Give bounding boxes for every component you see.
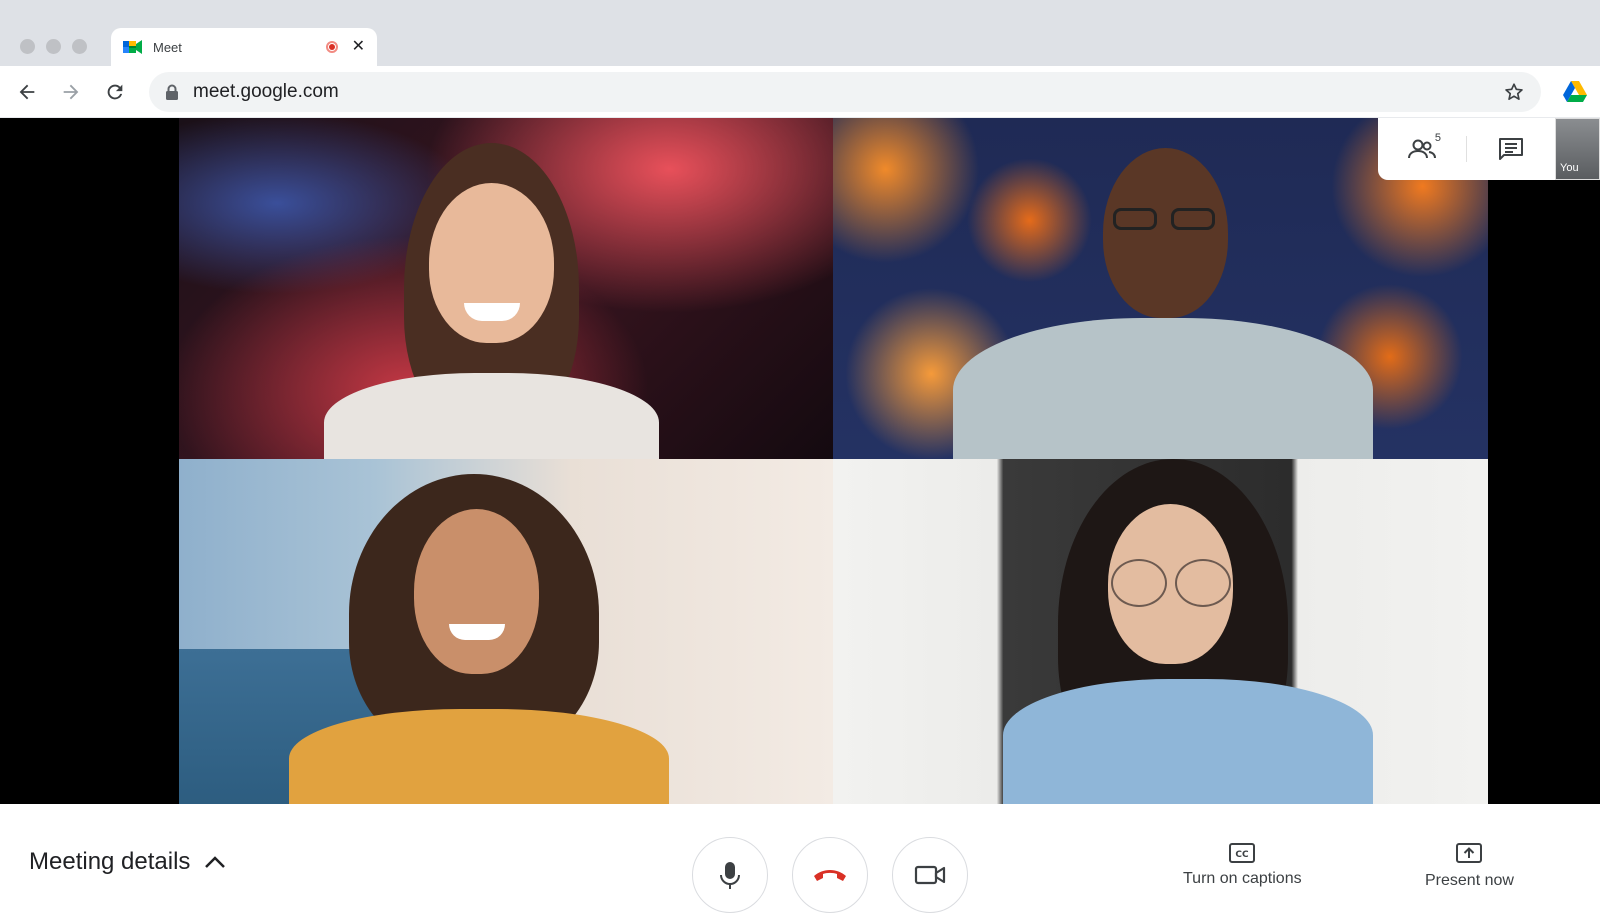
- end-call-button[interactable]: [792, 837, 868, 913]
- present-label: Present now: [1425, 872, 1514, 889]
- mic-icon: [720, 862, 740, 889]
- window-minimize-dot[interactable]: [46, 39, 61, 54]
- camera-icon: [914, 865, 946, 885]
- participants-button[interactable]: 5: [1402, 129, 1442, 169]
- participants-chat-panel: 5: [1378, 118, 1555, 180]
- meet-logo-icon: [123, 40, 142, 54]
- participant-tile-3[interactable]: [179, 459, 833, 804]
- recording-indicator-icon: [325, 41, 338, 53]
- captions-button[interactable]: CC Turn on captions: [1183, 842, 1302, 888]
- forward-icon: [63, 84, 79, 100]
- captions-label: Turn on captions: [1183, 870, 1302, 887]
- participant-tile-1[interactable]: [179, 118, 833, 459]
- forward-button[interactable]: [57, 78, 85, 106]
- present-icon: [1456, 843, 1483, 863]
- tab-close-icon[interactable]: ✕: [352, 39, 365, 55]
- svg-text:CC: CC: [1236, 850, 1250, 860]
- window-close-dot[interactable]: [20, 39, 35, 54]
- participant-video: [309, 138, 669, 459]
- self-view-label: You: [1560, 162, 1579, 174]
- participant-video: [953, 138, 1373, 459]
- participants-count: 5: [1434, 132, 1441, 144]
- meeting-details-label: Meeting details: [29, 848, 191, 875]
- panel-divider: [1466, 136, 1467, 162]
- star-icon[interactable]: [1503, 81, 1525, 103]
- reload-icon: [107, 84, 123, 100]
- end-call-icon: [814, 870, 846, 881]
- chevron-up-icon: [205, 856, 226, 868]
- browser-tab-strip: Meet ✕: [0, 0, 1600, 66]
- back-icon: [19, 84, 35, 100]
- present-now-button[interactable]: Present now: [1425, 842, 1514, 890]
- call-controls-bar: Meeting details CC Turn on captions Pres…: [0, 804, 1600, 913]
- participant-video: [289, 474, 669, 804]
- browser-tab-meet[interactable]: Meet ✕: [111, 28, 377, 66]
- chat-button[interactable]: [1491, 129, 1531, 169]
- back-button[interactable]: [13, 78, 41, 106]
- participant-video: [1003, 459, 1373, 804]
- url-text: meet.google.com: [193, 81, 339, 102]
- browser-toolbar: meet.google.com: [0, 66, 1600, 118]
- drive-icon[interactable]: [1563, 80, 1587, 102]
- tab-title: Meet: [153, 39, 182, 55]
- captions-icon: CC: [1229, 843, 1256, 863]
- address-bar[interactable]: meet.google.com: [149, 72, 1541, 112]
- video-grid: 5 You: [0, 118, 1600, 804]
- participant-tile-4[interactable]: [833, 459, 1488, 804]
- reload-button[interactable]: [101, 78, 129, 106]
- camera-button[interactable]: [892, 837, 968, 913]
- lock-icon: [166, 84, 178, 100]
- people-icon: [1408, 139, 1436, 159]
- meeting-details-toggle[interactable]: Meeting details: [29, 848, 226, 876]
- mic-button[interactable]: [692, 837, 768, 913]
- self-view-thumbnail[interactable]: You: [1555, 118, 1600, 180]
- chat-icon: [1499, 138, 1523, 160]
- window-maximize-dot[interactable]: [72, 39, 87, 54]
